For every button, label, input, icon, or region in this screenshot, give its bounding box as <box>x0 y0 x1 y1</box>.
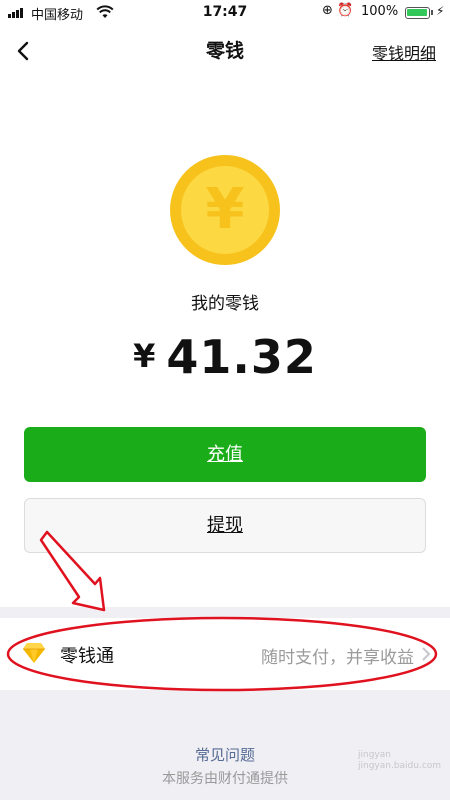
currency-symbol: ¥ <box>133 337 157 375</box>
lingqiantong-description: 随时支付，并享收益 <box>261 648 414 668</box>
watermark: jingyan jingyan.baidu.com <box>358 750 442 771</box>
section-divider <box>0 607 450 618</box>
chevron-right-icon <box>422 647 431 661</box>
recharge-button[interactable]: 充值 <box>24 427 426 482</box>
amount-value: 41.32 <box>166 330 317 384</box>
battery-icon <box>405 7 430 19</box>
yuan-coin-icon: ¥ <box>170 155 280 265</box>
status-bar: 中国移动 17:47 ⊕ ⏰ 100% ⚡ <box>0 0 450 26</box>
nav-bar: 零钱 零钱明细 <box>0 26 450 78</box>
balance-label: 我的零钱 <box>191 294 259 314</box>
balance-details-link[interactable]: 零钱明细 <box>372 40 436 64</box>
alarm-icon: ⏰ <box>337 3 354 18</box>
orientation-lock-icon: ⊕ <box>322 3 333 18</box>
balance-amount: ¥41.32 <box>0 330 450 384</box>
diamond-icon <box>23 643 45 663</box>
battery-percent: 100% <box>361 4 399 19</box>
lingqiantong-title: 零钱通 <box>60 646 114 667</box>
lingqiantong-row[interactable]: 零钱通 随时支付，并享收益 <box>0 618 450 690</box>
battery-level <box>407 9 427 16</box>
withdraw-button[interactable]: 提现 <box>24 498 426 553</box>
footer: 常见问题 本服务由财付通提供 jingyan jingyan.baidu.com <box>0 690 450 800</box>
charging-icon: ⚡ <box>436 4 445 18</box>
coin-symbol: ¥ <box>181 166 269 254</box>
